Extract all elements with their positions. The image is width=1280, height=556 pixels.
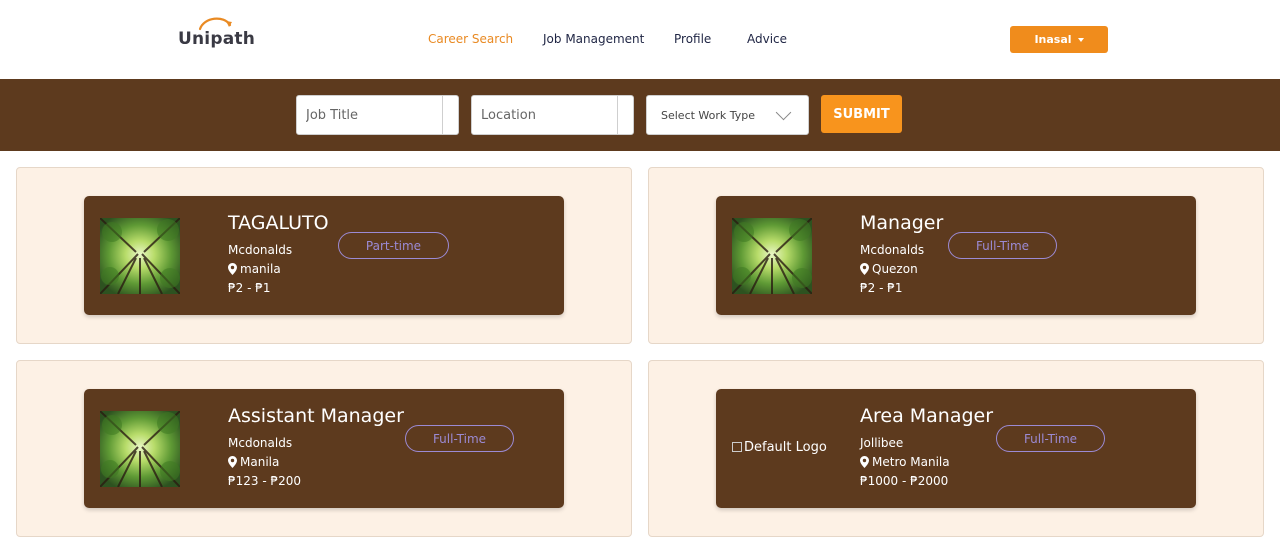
top-navbar: Unipath Career Search Job Management Pro… <box>0 0 1280 79</box>
job-location: Quezon <box>860 262 918 276</box>
job-title-input[interactable] <box>297 96 437 134</box>
chevron-down-icon <box>775 104 792 121</box>
work-type-badge: Part-time <box>338 232 449 259</box>
job-location: manila <box>228 262 281 276</box>
job-title: Manager <box>860 212 944 234</box>
work-type-badge: Full-Time <box>996 425 1105 452</box>
location-text: Manila <box>240 455 280 469</box>
job-title-field[interactable] <box>296 95 459 135</box>
job-location: Manila <box>228 455 279 469</box>
field-divider <box>617 96 618 134</box>
job-card[interactable]: TAGALUTO Mcdonalds manila ₱2 - ₱1 Part-t… <box>84 196 564 315</box>
field-divider <box>442 96 443 134</box>
user-name: Inasal <box>1034 33 1072 46</box>
unipath-logo[interactable]: Unipath <box>178 15 258 55</box>
search-bar: Select Work Type SUBMIT <box>0 79 1280 151</box>
job-card[interactable]: Manager Mcdonalds Quezon ₱2 - ₱1 Full-Ti… <box>716 196 1196 315</box>
job-location: Metro Manila <box>860 455 950 469</box>
work-type-badge: Full-Time <box>405 425 514 452</box>
job-panel: Manager Mcdonalds Quezon ₱2 - ₱1 Full-Ti… <box>648 167 1264 344</box>
salary-range: ₱2 - ₱1 <box>228 281 271 295</box>
nav-advice[interactable]: Advice <box>747 32 787 46</box>
logo-alt-text: Default Logo <box>744 440 827 455</box>
job-panel: Assistant Manager Mcdonalds Manila ₱123 … <box>16 360 632 537</box>
job-title: Assistant Manager <box>228 405 404 427</box>
location-field[interactable] <box>471 95 634 135</box>
submit-button[interactable]: SUBMIT <box>821 95 902 133</box>
job-card[interactable]: Default Logo Area Manager Jollibee Metro… <box>716 389 1196 508</box>
nav-career-search[interactable]: Career Search <box>428 32 513 46</box>
job-panel: TAGALUTO Mcdonalds manila ₱2 - ₱1 Part-t… <box>16 167 632 344</box>
company-name: Jollibee <box>860 436 904 450</box>
work-type-badge: Full-Time <box>948 232 1057 259</box>
nav-profile[interactable]: Profile <box>674 32 711 46</box>
job-title: Area Manager <box>860 405 994 427</box>
map-pin-icon <box>860 263 869 275</box>
salary-range: ₱1000 - ₱2000 <box>860 474 949 488</box>
work-type-select[interactable]: Select Work Type <box>646 95 809 135</box>
nav-job-management[interactable]: Job Management <box>543 32 644 46</box>
location-text: Quezon <box>872 262 918 276</box>
broken-image-icon <box>732 442 742 452</box>
job-card[interactable]: Assistant Manager Mcdonalds Manila ₱123 … <box>84 389 564 508</box>
location-input[interactable] <box>472 96 612 134</box>
company-name: Mcdonalds <box>860 243 925 257</box>
work-type-selected: Select Work Type <box>661 109 756 122</box>
map-pin-icon <box>228 263 237 275</box>
company-name: Mcdonalds <box>228 436 293 450</box>
map-pin-icon <box>860 456 869 468</box>
location-text: manila <box>240 262 281 276</box>
job-panel: Default Logo Area Manager Jollibee Metro… <box>648 360 1264 537</box>
job-title: TAGALUTO <box>228 212 329 234</box>
salary-range: ₱2 - ₱1 <box>860 281 903 295</box>
caret-down-icon <box>1077 37 1084 42</box>
company-logo-image <box>100 218 180 294</box>
company-logo-image <box>100 411 180 487</box>
user-menu-button[interactable]: Inasal <box>1010 26 1108 53</box>
location-text: Metro Manila <box>872 455 950 469</box>
company-logo-image <box>732 218 812 294</box>
company-name: Mcdonalds <box>228 243 293 257</box>
company-logo-image: Default Logo <box>732 440 827 455</box>
salary-range: ₱123 - ₱200 <box>228 474 302 488</box>
brand-name: Unipath <box>178 29 256 49</box>
map-pin-icon <box>228 456 237 468</box>
